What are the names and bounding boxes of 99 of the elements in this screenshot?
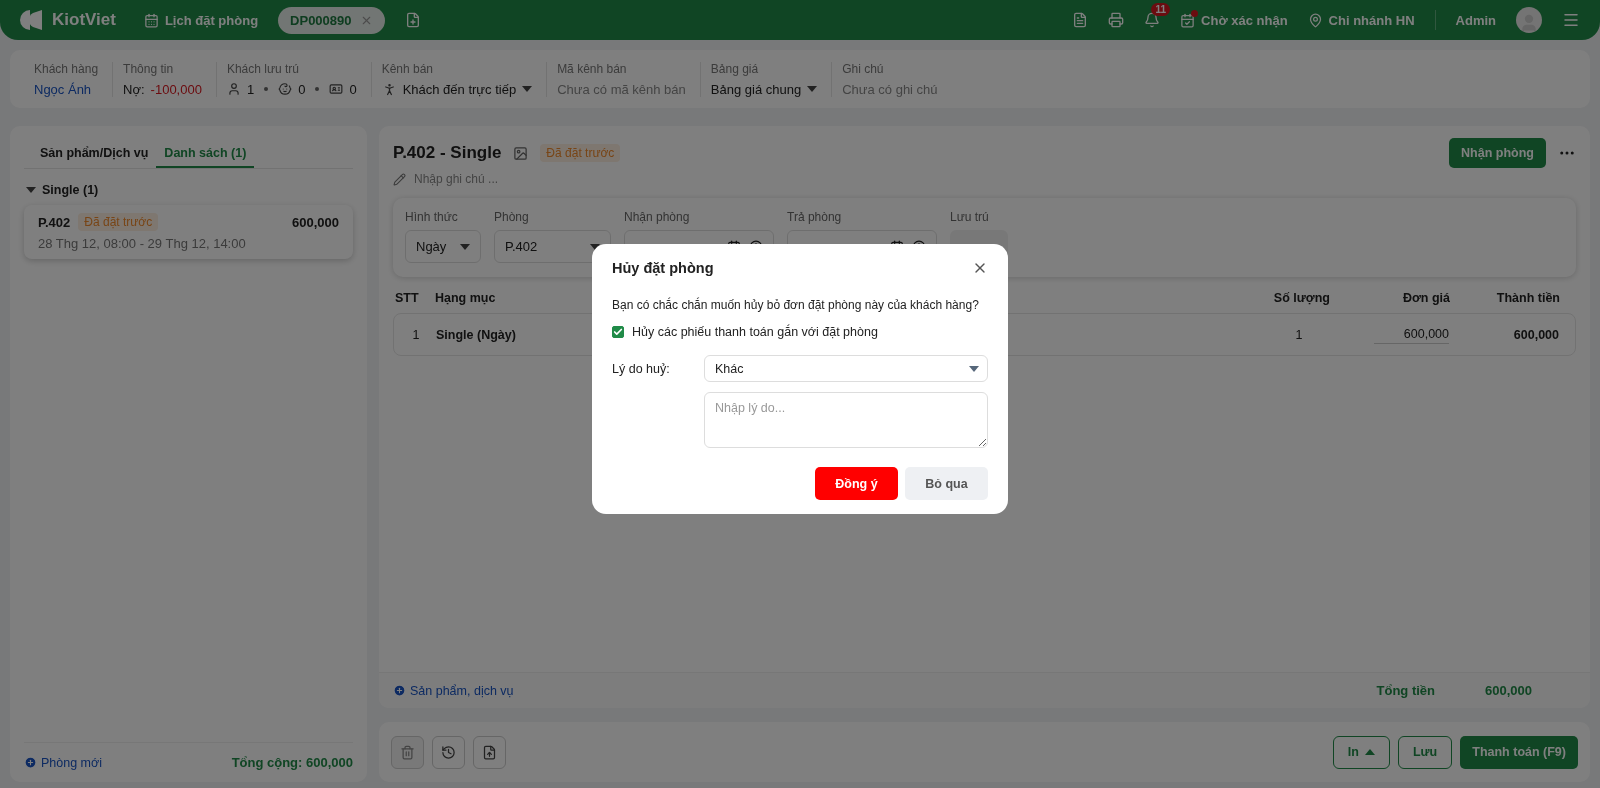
dialog-message: Bạn có chắc chắn muốn hủy bỏ đơn đặt phòng này của khách hàng? [612, 298, 980, 312]
calendar-check-icon [1180, 12, 1196, 28]
child-icon [278, 82, 293, 96]
payment-button[interactable]: Thanh toán (F9) [1460, 735, 1578, 769]
select-field[interactable]: P.402 [494, 230, 611, 263]
guest-count: 0 [298, 81, 306, 97]
branch-link[interactable]: Chi nhánh HN [1307, 12, 1415, 28]
field-label: Phòng [494, 210, 530, 224]
confirm-button[interactable]: Đồng ý [815, 467, 898, 500]
expand-caret-icon[interactable] [26, 187, 36, 193]
separator-dot [264, 87, 269, 91]
add-service-link[interactable]: Sản phẩm, dịch vụ [393, 683, 514, 698]
upload-file-icon [482, 744, 497, 760]
avatar[interactable] [1516, 7, 1542, 33]
guest-count: 1 [246, 81, 255, 97]
booking-tab[interactable]: DP000890 [278, 6, 385, 34]
select-field[interactable]: Ngày [405, 230, 481, 263]
trash-icon [400, 744, 415, 760]
empty-value: Chưa có ghi chú [842, 81, 938, 97]
column-header: Số lượng [1273, 290, 1330, 307]
cancel-button[interactable]: Bỏ qua [905, 467, 988, 500]
field-label: Nhận phòng [624, 210, 691, 224]
group-label: Single (1) [42, 183, 99, 197]
reason-select[interactable]: Khác [704, 355, 988, 382]
pencil-icon [393, 172, 406, 186]
status-tag: Đã đặt trước [540, 144, 621, 162]
add-file-icon[interactable] [404, 12, 421, 28]
plus-icon [393, 684, 406, 697]
id-card-icon [329, 82, 344, 96]
booking-calendar-link[interactable]: Lịch đặt phòng [143, 12, 259, 28]
caret-icon [522, 86, 533, 92]
channel-select[interactable]: Khách đến trực tiếp [381, 81, 533, 97]
panel-tab[interactable]: Sản phẩm/Dịch vụ [32, 140, 157, 168]
total-label: Tổng tiền [1376, 683, 1435, 698]
save-button[interactable]: Lưu [1397, 735, 1453, 769]
debt-label: Nợ: [123, 81, 145, 97]
reason-label: Lý do huỷ: [612, 361, 671, 376]
person-icon [226, 82, 241, 96]
note-input[interactable]: Nhập ghi chú ... [414, 172, 499, 186]
upload-button[interactable] [473, 735, 506, 769]
column-header: Thành tiền [1496, 290, 1560, 307]
reason-input[interactable]: Nhập lý do... [704, 392, 988, 448]
image-icon[interactable] [513, 145, 529, 161]
price-list-select[interactable]: Bảng giá chung [710, 81, 818, 97]
column-header: Đơn giá [1402, 290, 1450, 307]
price-field[interactable]: 600,000 [1373, 325, 1449, 344]
panel-tab[interactable]: Danh sách (1) [156, 140, 255, 168]
room-name: P.402 [38, 214, 71, 230]
field-label: Mã kênh bán [557, 61, 628, 76]
bell-icon[interactable] [1144, 12, 1161, 28]
print-button[interactable]: In [1332, 735, 1390, 769]
field-label: Khách hàng [34, 61, 99, 76]
user-name: Admin [1455, 12, 1496, 28]
guest-count: 0 [349, 81, 357, 97]
check-in-button[interactable]: Nhận phòng [1449, 138, 1546, 168]
table-cell: 1 [412, 327, 420, 342]
menu-icon[interactable] [1562, 11, 1580, 29]
notification-badge: 11 [1151, 3, 1171, 16]
field-label: Ghi chú [842, 61, 885, 76]
document-icon[interactable] [1072, 12, 1089, 28]
room-card[interactable]: P.402 Đã đặt trước 600,000 28 Thg 12, 08:00 - 29 Thg 12, 14:00 [24, 205, 353, 259]
separator-dot [315, 87, 320, 91]
booking-title: P.402 - Single [393, 143, 502, 163]
checkbox-label: Hủy các phiếu thanh toán gắn với đặt phòng [632, 325, 878, 339]
customer-link[interactable]: Ngọc Ánh [34, 81, 92, 97]
status-tag: Đã đặt trước [78, 213, 159, 231]
caret-icon [460, 243, 470, 250]
field-label: Bảng giá [710, 61, 760, 76]
room-time: 28 Thg 12, 08:00 - 29 Thg 12, 14:00 [38, 236, 247, 251]
pending-link[interactable]: Chờ xác nhận [1180, 12, 1288, 28]
field-label: Hình thức [405, 210, 459, 224]
field-label: Lưu trú [950, 210, 990, 224]
table-cell: 600,000 [1513, 327, 1559, 342]
map-pin-icon [1307, 12, 1323, 28]
column-header: Hạng mục [435, 290, 496, 307]
table-cell: Single (Ngày) [436, 327, 516, 342]
logo-icon [20, 8, 44, 32]
debt-value: -100,000 [150, 81, 202, 97]
history-icon [441, 744, 456, 760]
column-header: STT [395, 290, 419, 307]
alert-dot [1191, 9, 1199, 17]
history-button[interactable] [432, 735, 465, 769]
print-icon[interactable] [1108, 12, 1125, 28]
caret-icon [807, 86, 818, 92]
new-room-link[interactable]: Phòng mới [24, 755, 102, 770]
dialog-title: Hủy đặt phòng [612, 260, 714, 276]
plus-icon [24, 756, 37, 769]
field-label: Thông tin [123, 61, 175, 76]
room-amount: 600,000 [292, 214, 339, 230]
empty-value: Chưa có mã kênh bán [557, 81, 686, 97]
delete-button[interactable] [391, 735, 424, 769]
logo-text: KiotViet [52, 10, 116, 30]
total-value: 600,000 [1485, 683, 1532, 698]
checkbox[interactable] [612, 326, 624, 338]
table-cell-text: 1 [1294, 327, 1303, 342]
total-text: Tổng cộng: 600,000 [231, 755, 353, 770]
field-label: Kênh bán [381, 61, 434, 76]
field-label: Trả phòng [787, 210, 843, 224]
field-label: Khách lưu trú [226, 61, 300, 76]
